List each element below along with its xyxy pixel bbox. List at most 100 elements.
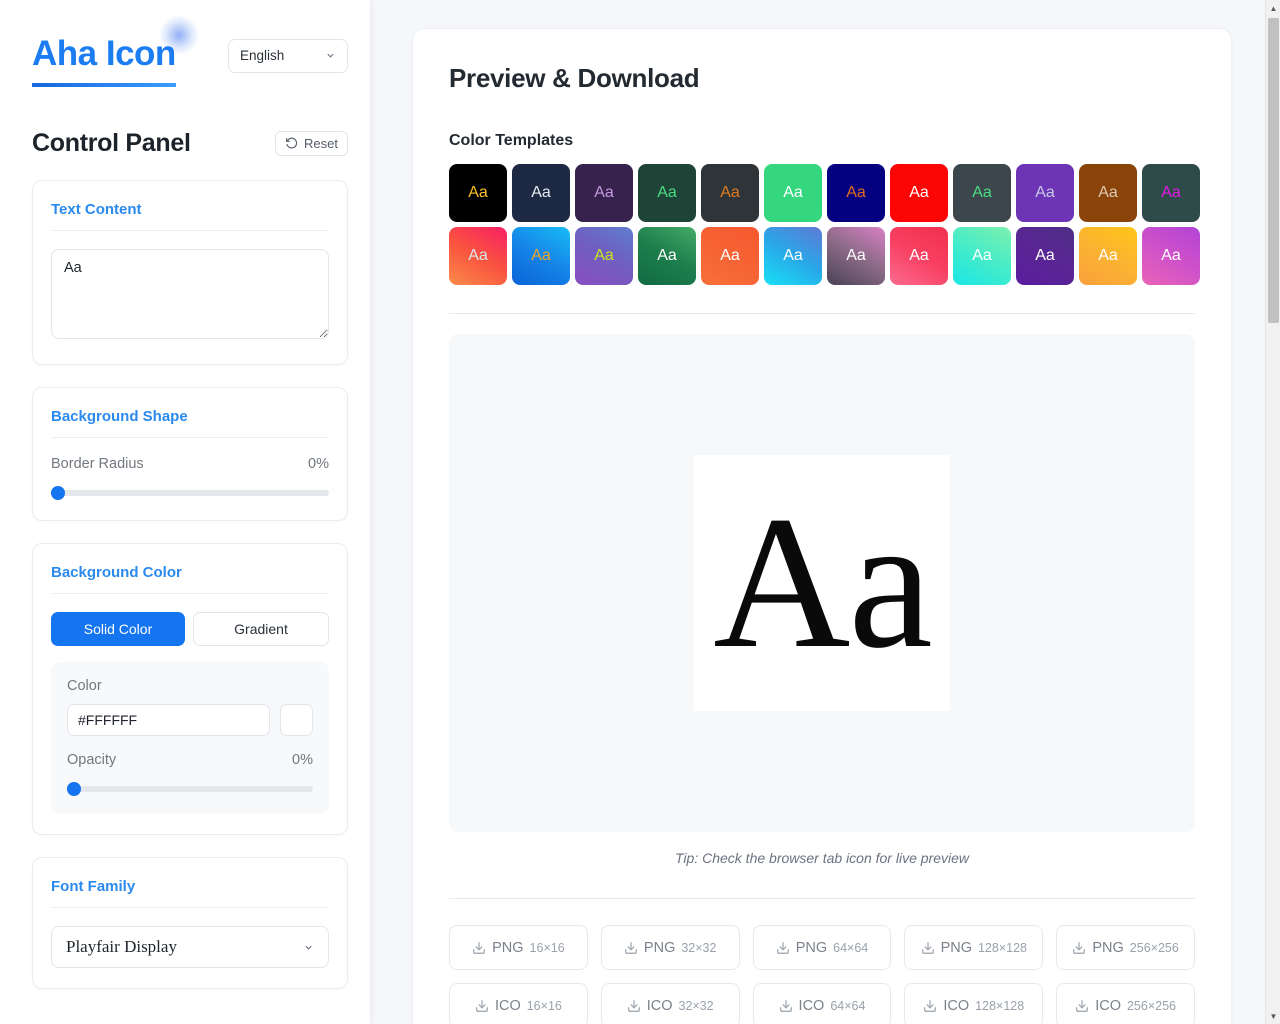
scroll-up-arrow[interactable]: ▲ (1266, 0, 1280, 16)
color-template-label: Aa (594, 247, 614, 264)
download-button[interactable]: PNG 16×16 (449, 925, 588, 970)
reset-icon (286, 137, 298, 149)
color-template-swatch[interactable]: Aa (575, 227, 633, 285)
color-template-swatch[interactable]: Aa (512, 227, 570, 285)
download-format: ICO (646, 997, 673, 1014)
color-template-swatch[interactable]: Aa (764, 227, 822, 285)
opacity-value: 0% (292, 752, 313, 768)
preview-tip: Tip: Check the browser tab icon for live… (675, 850, 969, 866)
color-template-swatch[interactable]: Aa (638, 227, 696, 285)
download-icon (921, 941, 934, 954)
download-button[interactable]: ICO 32×32 (600, 983, 740, 1024)
divider (449, 313, 1195, 314)
color-template-swatch[interactable]: Aa (512, 164, 570, 222)
color-template-label: Aa (846, 247, 866, 264)
color-template-label: Aa (720, 247, 740, 264)
color-template-swatch[interactable]: Aa (890, 227, 948, 285)
font-family-title: Font Family (51, 878, 329, 908)
download-button[interactable]: ICO 64×64 (752, 983, 892, 1024)
color-template-label: Aa (1098, 247, 1118, 264)
download-format: ICO (1095, 997, 1121, 1014)
page-scrollbar[interactable]: ▲ ▼ (1265, 0, 1280, 1024)
border-radius-row: Border Radius 0% (51, 456, 329, 472)
download-format: ICO (798, 997, 825, 1014)
color-template-swatch[interactable]: Aa (953, 227, 1011, 285)
solid-color-tab[interactable]: Solid Color (51, 612, 185, 646)
icon-preview-glyph: Aa (713, 477, 933, 688)
scroll-down-arrow[interactable]: ▼ (1266, 1008, 1280, 1024)
border-radius-slider-knob[interactable] (51, 486, 65, 500)
color-template-swatch[interactable]: Aa (701, 227, 759, 285)
download-icon (1076, 999, 1089, 1012)
reset-button[interactable]: Reset (275, 131, 348, 156)
color-hex-input[interactable] (67, 704, 270, 736)
color-template-label: Aa (909, 247, 929, 264)
download-size: 32×32 (678, 998, 714, 1013)
icon-preview-area: Aa (449, 334, 1195, 832)
color-template-swatch[interactable]: Aa (764, 164, 822, 222)
color-template-label: Aa (1035, 247, 1055, 264)
color-template-swatch[interactable]: Aa (1016, 164, 1074, 222)
download-button[interactable]: PNG 32×32 (600, 925, 740, 970)
font-family-selector[interactable]: Playfair Display (51, 926, 329, 968)
color-template-swatch[interactable]: Aa (1016, 227, 1074, 285)
color-template-swatch[interactable]: Aa (1142, 164, 1200, 222)
language-selector[interactable]: English (228, 38, 348, 73)
download-size: 64×64 (830, 998, 866, 1013)
download-button[interactable]: PNG 128×128 (904, 925, 1044, 970)
text-content-input[interactable]: Aa (51, 249, 329, 339)
background-color-title: Background Color (51, 564, 329, 594)
download-format: PNG (643, 939, 676, 956)
opacity-slider[interactable] (67, 782, 313, 796)
chevron-down-icon (327, 53, 334, 58)
color-template-label: Aa (657, 184, 677, 201)
color-label: Color (67, 678, 102, 694)
color-picker-swatch[interactable] (280, 704, 313, 736)
download-size: 16×16 (529, 940, 565, 955)
color-template-label: Aa (783, 247, 803, 264)
download-button[interactable]: ICO 256×256 (1056, 983, 1195, 1024)
download-button[interactable]: ICO 128×128 (904, 983, 1044, 1024)
color-templates-title: Color Templates (449, 132, 574, 149)
color-template-swatch[interactable]: Aa (827, 227, 885, 285)
download-size: 128×128 (977, 940, 1027, 955)
language-selector-value: English (240, 48, 285, 63)
download-icon (627, 999, 640, 1012)
color-template-swatch[interactable]: Aa (827, 164, 885, 222)
download-button[interactable]: ICO 16×16 (449, 983, 588, 1024)
opacity-slider-track (67, 786, 313, 792)
icon-preview-canvas[interactable]: Aa (694, 455, 950, 711)
download-format: ICO (943, 997, 970, 1014)
color-template-swatch[interactable]: Aa (1079, 164, 1137, 222)
color-template-swatch[interactable]: Aa (1142, 227, 1200, 285)
gradient-tab[interactable]: Gradient (193, 612, 329, 646)
solid-color-subpanel: Color Opacity 0% (51, 662, 329, 814)
preview-download-card: Preview & Download Color Templates Aa Aa A… (412, 28, 1232, 1024)
download-size: 128×128 (975, 998, 1025, 1013)
background-color-card: Background Color Solid Color Gradient Co… (32, 543, 348, 835)
color-template-label: Aa (531, 247, 551, 264)
color-template-swatch[interactable]: Aa (953, 164, 1011, 222)
download-size: 16×16 (526, 998, 562, 1013)
color-template-swatch[interactable]: Aa (638, 164, 696, 222)
color-template-label: Aa (468, 184, 488, 201)
control-sidebar: Aha Icon English Control Panel Reset Tex… (0, 0, 370, 1024)
download-icon (473, 941, 485, 954)
page-scrollbar-thumb[interactable] (1268, 18, 1279, 323)
color-template-swatch[interactable]: Aa (701, 164, 759, 222)
download-format: PNG (795, 939, 828, 956)
download-button[interactable]: PNG 256×256 (1056, 925, 1195, 970)
border-radius-slider-track (51, 490, 329, 496)
font-family-card: Font Family Playfair Display (32, 857, 348, 989)
border-radius-slider[interactable] (51, 486, 329, 500)
color-template-swatch[interactable]: Aa (449, 164, 507, 222)
color-template-swatch[interactable]: Aa (890, 164, 948, 222)
download-button[interactable]: PNG 64×64 (752, 925, 892, 970)
divider (449, 898, 1195, 899)
download-size: 256×256 (1126, 998, 1176, 1013)
color-template-swatch[interactable]: Aa (449, 227, 507, 285)
color-input-row (67, 704, 313, 736)
opacity-slider-knob[interactable] (67, 782, 81, 796)
color-template-swatch[interactable]: Aa (575, 164, 633, 222)
color-template-swatch[interactable]: Aa (1079, 227, 1137, 285)
